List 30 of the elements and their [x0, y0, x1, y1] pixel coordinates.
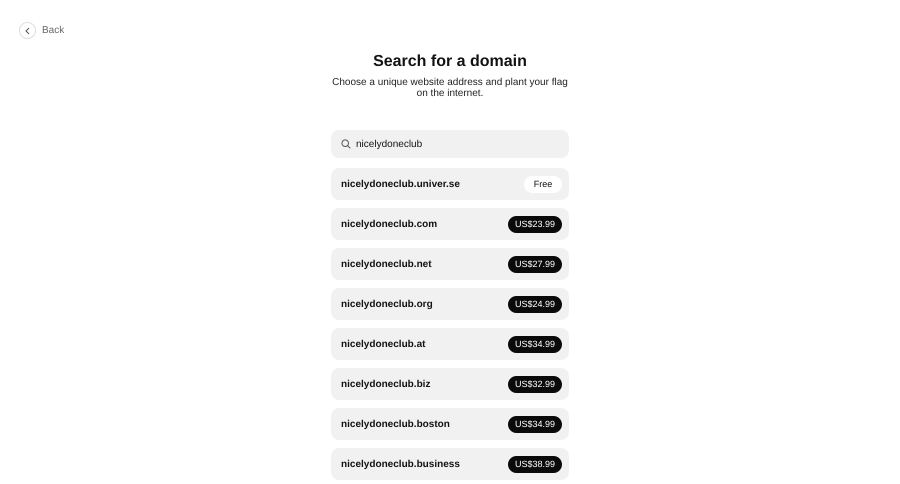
chevron-left-icon — [19, 22, 36, 39]
domain-result-item[interactable]: nicelydoneclub.business US$38.99 — [331, 448, 569, 480]
domain-result-item[interactable]: nicelydoneclub.org US$24.99 — [331, 288, 569, 320]
domain-result-item[interactable]: nicelydoneclub.boston US$34.99 — [331, 408, 569, 440]
domain-result-item[interactable]: nicelydoneclub.biz US$32.99 — [331, 368, 569, 400]
price-tag: US$34.99 — [508, 416, 562, 432]
domain-result-item[interactable]: nicelydoneclub.univer.se Free — [331, 168, 569, 200]
domain-result-item[interactable]: nicelydoneclub.net US$27.99 — [331, 248, 569, 280]
domain-result-item[interactable]: nicelydoneclub.com US$23.99 — [331, 208, 569, 240]
price-tag: US$23.99 — [508, 216, 562, 232]
domain-name: nicelydoneclub.net — [341, 258, 432, 270]
domain-name: nicelydoneclub.business — [341, 458, 460, 470]
domain-name: nicelydoneclub.com — [341, 218, 438, 230]
price-tag: US$27.99 — [508, 256, 562, 272]
back-button[interactable]: Back — [19, 22, 64, 39]
price-tag: US$38.99 — [508, 456, 562, 472]
price-tag: US$24.99 — [508, 296, 562, 312]
price-tag: Free — [524, 176, 562, 192]
price-tag: US$34.99 — [508, 336, 562, 352]
search-field[interactable]: nicelydoneclub — [331, 130, 569, 158]
domain-name: nicelydoneclub.boston — [341, 418, 450, 430]
domain-name: nicelydoneclub.biz — [341, 378, 430, 390]
domain-name: nicelydoneclub.org — [341, 298, 433, 310]
search-icon — [341, 139, 351, 149]
domain-name: nicelydoneclub.univer.se — [341, 178, 460, 190]
price-tag: US$32.99 — [508, 376, 562, 392]
domain-result-item[interactable]: nicelydoneclub.at US$34.99 — [331, 328, 569, 360]
domain-name: nicelydoneclub.at — [341, 338, 426, 350]
page-title: Search for a domain — [373, 53, 527, 71]
page-subtitle: Choose a unique website address and plant your flag on the internet. — [331, 77, 569, 99]
